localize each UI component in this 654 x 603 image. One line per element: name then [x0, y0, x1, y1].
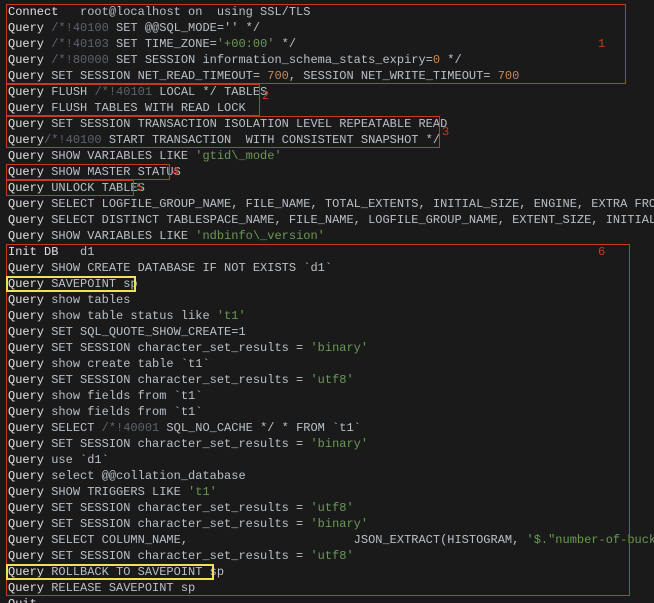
log-line: Query show fields from `t1` — [8, 388, 646, 404]
log-line: Query SET SQL_QUOTE_SHOW_CREATE=1 — [8, 324, 646, 340]
log-line: Query SET SESSION character_set_results … — [8, 516, 646, 532]
log-line: Query SELECT /*!40001 SQL_NO_CACHE */ * … — [8, 420, 646, 436]
log-line: Query use `d1` — [8, 452, 646, 468]
log-line: Query FLUSH TABLES WITH READ LOCK — [8, 100, 646, 116]
log-line: Query SHOW MASTER STATUS — [8, 164, 646, 180]
log-line: Query SELECT LOGFILE_GROUP_NAME, FILE_NA… — [8, 196, 646, 212]
log-line: Query ROLLBACK TO SAVEPOINT sp — [8, 564, 646, 580]
log-line: Query SHOW VARIABLES LIKE 'gtid\_mode' — [8, 148, 646, 164]
log-line: Query SET SESSION character_set_results … — [8, 436, 646, 452]
log-line: Query/*!40100 START TRANSACTION WITH CON… — [8, 132, 646, 148]
annotation-label: 1 — [598, 36, 605, 52]
log-line: Query /*!80000 SET SESSION information_s… — [8, 52, 646, 68]
log-line: Query RELEASE SAVEPOINT sp — [8, 580, 646, 596]
log-line: Query show table status like 't1' — [8, 308, 646, 324]
log-line: Query select @@collation_database — [8, 468, 646, 484]
log-line: Query SELECT DISTINCT TABLESPACE_NAME, F… — [8, 212, 646, 228]
log-line: Query SET SESSION character_set_results … — [8, 372, 646, 388]
annotation-label: 6 — [598, 244, 605, 260]
log-line: Connect root@localhost on using SSL/TLS — [8, 4, 646, 20]
log-line: Query SHOW VARIABLES LIKE 'ndbinfo\_vers… — [8, 228, 646, 244]
terminal-log: Connect root@localhost on using SSL/TLSQ… — [0, 0, 654, 603]
log-line: Query SHOW CREATE DATABASE IF NOT EXISTS… — [8, 260, 646, 276]
log-line: Query SET SESSION character_set_results … — [8, 548, 646, 564]
annotation-label: 4 — [172, 164, 179, 180]
log-line: Init DB d1 — [8, 244, 646, 260]
annotation-label: 5 — [136, 180, 143, 196]
log-line: Query show fields from `t1` — [8, 404, 646, 420]
log-line: Query SET SESSION character_set_results … — [8, 500, 646, 516]
log-line: Query FLUSH /*!40101 LOCAL */ TABLES — [8, 84, 646, 100]
log-line: Query SELECT COLUMN_NAME, JSON_EXTRACT(H… — [8, 532, 646, 548]
log-line: Query SHOW TRIGGERS LIKE 't1' — [8, 484, 646, 500]
log-line: Query show create table `t1` — [8, 356, 646, 372]
log-line: Query /*!40100 SET @@SQL_MODE='' */ — [8, 20, 646, 36]
annotation-label: 3 — [442, 124, 449, 140]
annotation-label: 2 — [262, 88, 269, 104]
log-line: Query show tables — [8, 292, 646, 308]
log-line: Query SET SESSION NET_READ_TIMEOUT= 700,… — [8, 68, 646, 84]
log-line: Query UNLOCK TABLES — [8, 180, 646, 196]
log-line: Query /*!40103 SET TIME_ZONE='+00:00' */ — [8, 36, 646, 52]
log-line: Query SAVEPOINT sp — [8, 276, 646, 292]
log-line: Query SET SESSION TRANSACTION ISOLATION … — [8, 116, 646, 132]
log-line: Query SET SESSION character_set_results … — [8, 340, 646, 356]
log-line: Quit — [8, 596, 646, 603]
